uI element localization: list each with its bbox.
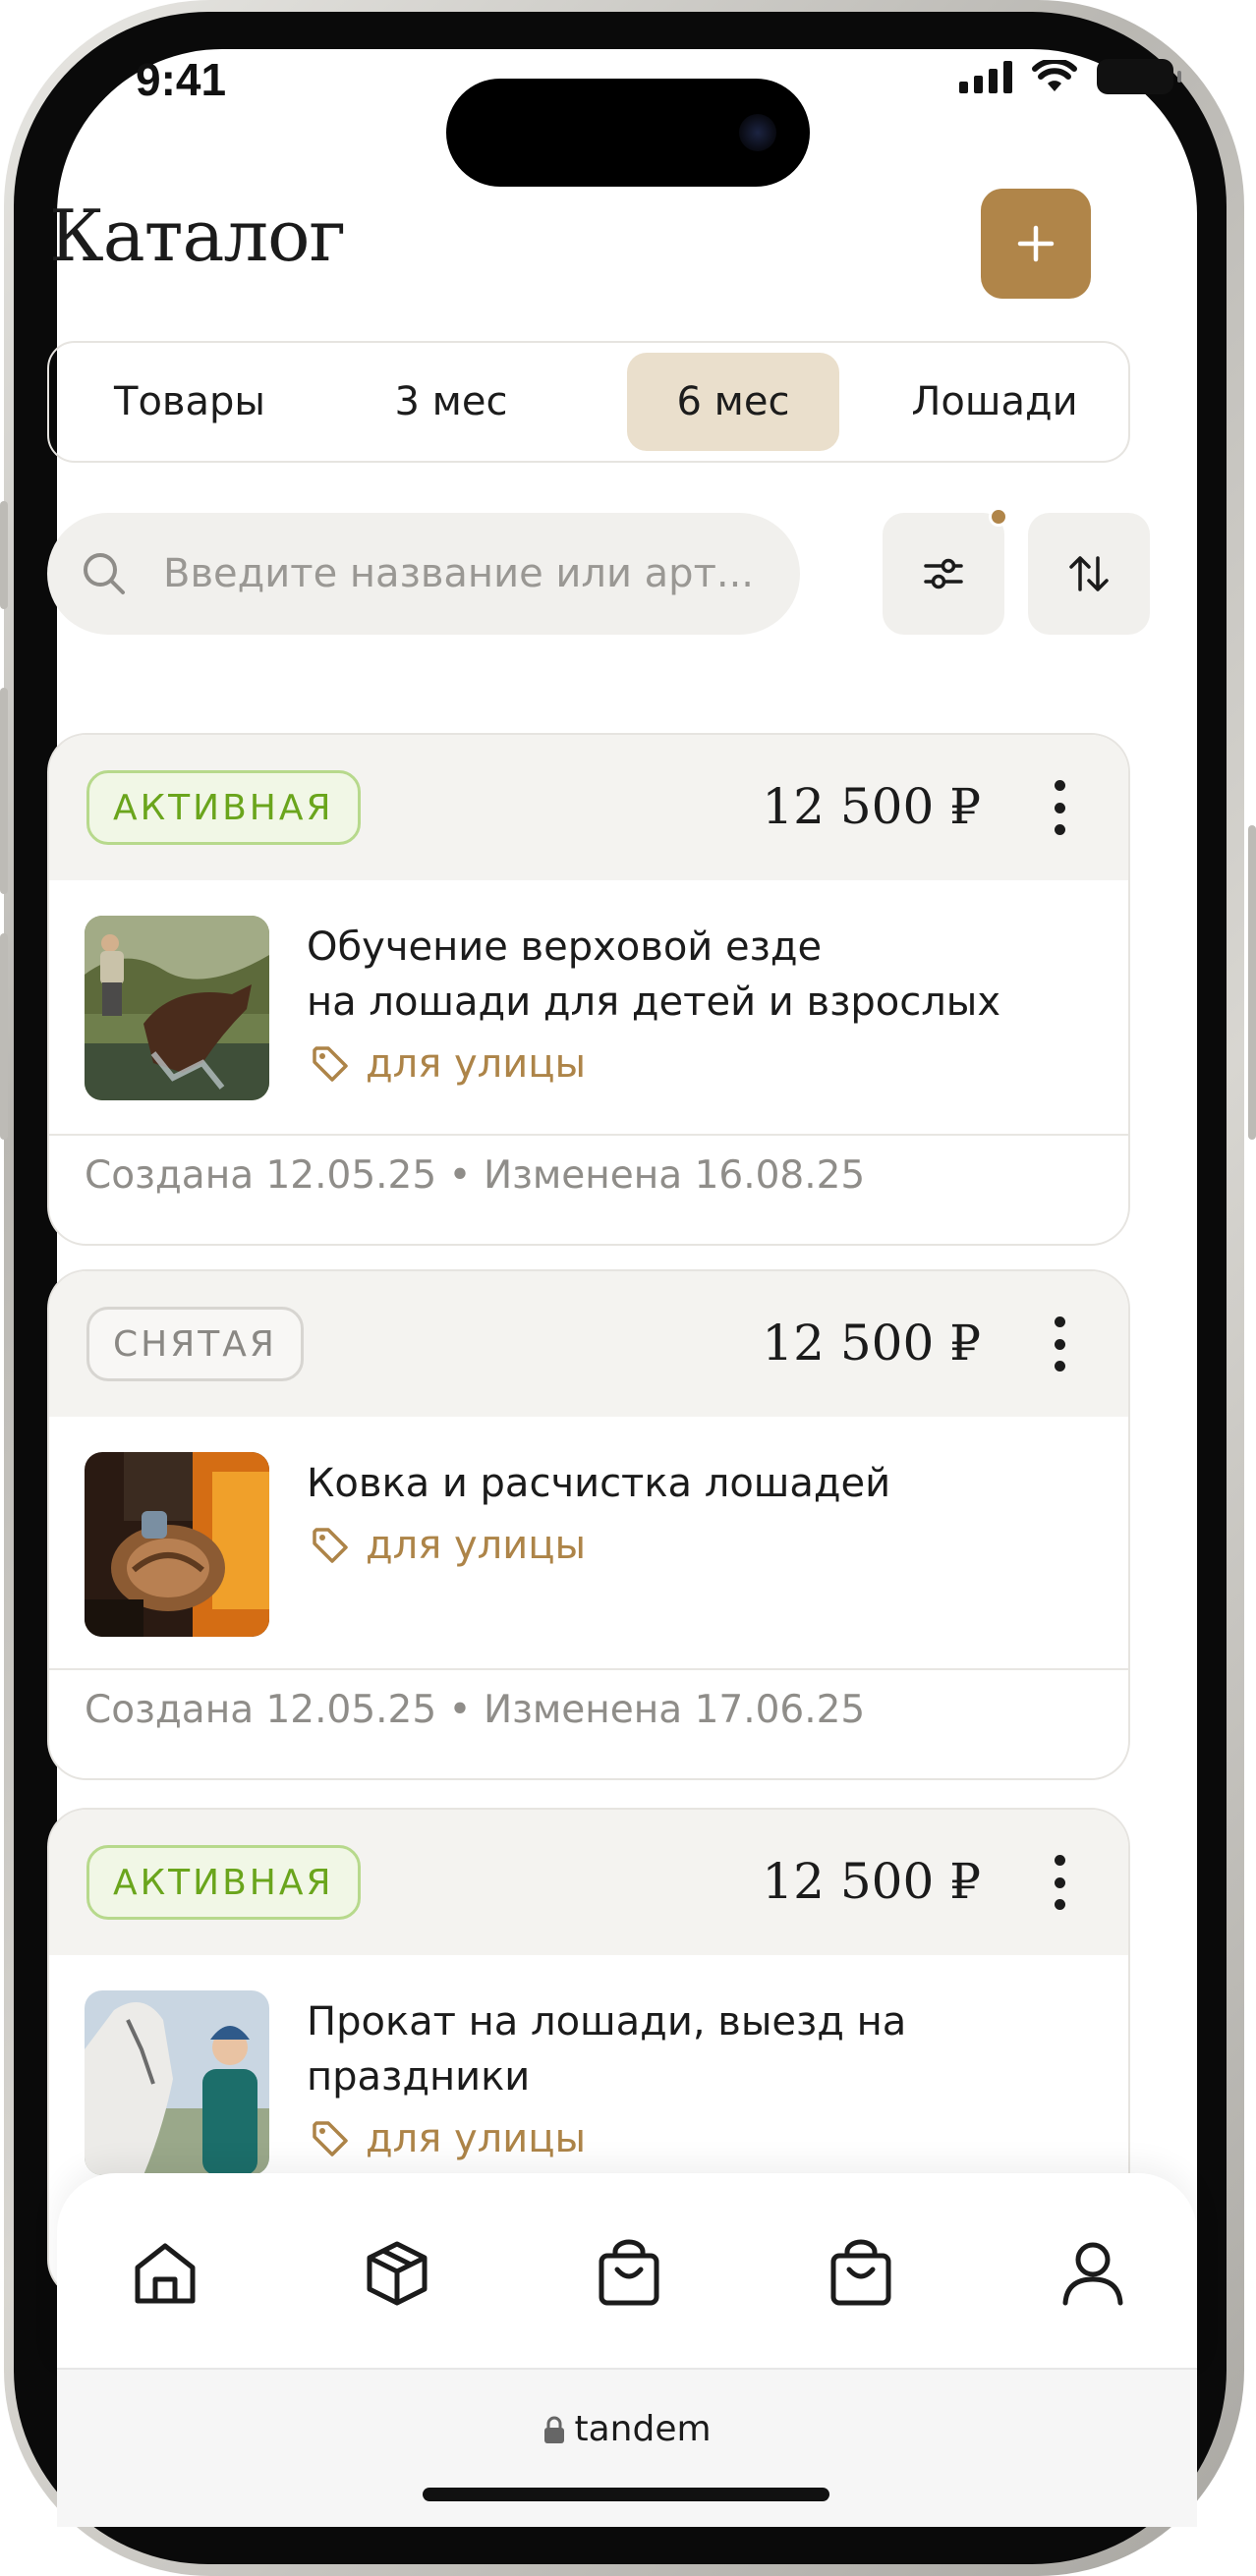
nav-purchases[interactable] — [822, 2234, 900, 2313]
item-title-line: Ковка и расчистка лошадей — [307, 1461, 891, 1506]
item-title-line: праздники — [307, 2054, 531, 2100]
phone-side-button — [0, 933, 8, 1140]
item-photo — [85, 1990, 269, 2175]
card-header: АКТИВНАЯ 12 500 ₽ — [49, 1810, 1128, 1955]
search-icon — [84, 553, 125, 594]
profile-icon — [1062, 2242, 1123, 2306]
status-icons — [959, 59, 1181, 94]
status-badge: СНЯТАЯ — [86, 1307, 304, 1381]
lock-icon — [544, 2416, 565, 2443]
nav-profile[interactable] — [1054, 2234, 1132, 2313]
price: 12 500 ₽ — [762, 1315, 981, 1372]
url-display[interactable]: tandem — [57, 2409, 1197, 2449]
card-header: СНЯТАЯ 12 500 ₽ — [49, 1271, 1128, 1417]
sliders-icon — [924, 558, 963, 589]
browser-bar: tandem — [57, 2368, 1197, 2527]
more-options-icon[interactable] — [1050, 1855, 1069, 1910]
home-indicator[interactable] — [423, 2488, 829, 2501]
tag-icon — [313, 1046, 348, 1082]
price: 12 500 ₽ — [762, 1853, 981, 1910]
status-time: 9:41 — [136, 54, 227, 105]
wifi-icon — [1032, 60, 1077, 91]
nav-home[interactable] — [126, 2234, 204, 2313]
item-tag: для улицы — [309, 1523, 586, 1568]
nav-catalog[interactable] — [358, 2234, 436, 2313]
url-text: tandem — [574, 2409, 712, 2449]
bag-icon — [599, 2239, 659, 2306]
status-badge: АКТИВНАЯ — [86, 770, 361, 845]
bottom-navigation — [57, 2173, 1197, 2370]
phone-side-button — [0, 501, 8, 609]
camera-icon — [739, 114, 776, 151]
search-box — [47, 513, 800, 635]
filter-indicator-dot — [989, 507, 1008, 527]
item-tag: для улицы — [309, 1041, 586, 1087]
item-title: Ковка и расчистка лошадей — [307, 1456, 1093, 1511]
item-title: Прокат на лошади, выезд на праздники — [307, 1994, 1093, 2104]
card-header: АКТИВНАЯ 12 500 ₽ — [49, 735, 1128, 880]
page-title: Каталог — [49, 195, 346, 277]
tag-label: для улицы — [366, 1041, 587, 1087]
plus-icon — [1017, 225, 1055, 262]
item-title: Обучение верховой езде на лошади для дет… — [307, 920, 1093, 1030]
more-options-icon[interactable] — [1050, 780, 1069, 835]
tab-6-months[interactable]: 6 мес — [627, 353, 839, 451]
catalog-card[interactable]: СНЯТАЯ 12 500 ₽ Ковка и расчистка лошаде… — [47, 1269, 1130, 1780]
tag-label: для улицы — [366, 2116, 587, 2161]
dynamic-island — [446, 79, 810, 187]
phone-side-button — [0, 688, 8, 894]
item-title-line: Обучение верховой езде — [307, 924, 823, 970]
home-icon — [135, 2243, 196, 2304]
tab-goods[interactable]: Товары — [59, 353, 320, 451]
item-photo — [85, 1452, 269, 1637]
tab-3-months[interactable]: 3 мес — [340, 353, 562, 451]
battery-icon — [1097, 59, 1181, 94]
sort-button[interactable] — [1028, 513, 1150, 635]
search-input[interactable] — [163, 513, 772, 635]
more-options-icon[interactable] — [1050, 1316, 1069, 1372]
add-button[interactable] — [981, 189, 1091, 299]
item-dates: Создана 12.05.25 • Изменена 17.06.25 — [85, 1688, 866, 1732]
item-title-line: на лошади для детей и взрослых — [307, 980, 1001, 1025]
tag-icon — [313, 1528, 348, 1563]
catalog-card[interactable]: АКТИВНАЯ 12 500 ₽ Обучение верховой езде… — [47, 733, 1130, 1246]
item-photo — [85, 916, 269, 1100]
item-tag: для улицы — [309, 2116, 586, 2161]
item-dates: Создана 12.05.25 • Изменена 16.08.25 — [85, 1153, 866, 1198]
item-title-line: Прокат на лошади, выезд на — [307, 1999, 907, 2044]
cellular-signal-icon — [959, 60, 1012, 93]
card-footer: Создана 12.05.25 • Изменена 17.06.25 — [49, 1668, 1128, 1778]
tag-label: для улицы — [366, 1523, 587, 1568]
phone-side-button — [1248, 825, 1256, 1140]
price: 12 500 ₽ — [762, 778, 981, 835]
tab-horses[interactable]: Лошади — [869, 353, 1120, 451]
period-tabs: Товары 3 мес 6 мес Лошади — [47, 341, 1130, 463]
filter-button[interactable] — [883, 507, 1008, 635]
status-badge: АКТИВНАЯ — [86, 1845, 361, 1920]
nav-orders[interactable] — [590, 2234, 668, 2313]
bag-icon — [830, 2239, 891, 2306]
box-icon — [367, 2241, 428, 2306]
card-footer: Создана 12.05.25 • Изменена 16.08.25 — [49, 1134, 1128, 1244]
tag-icon — [313, 2121, 348, 2156]
sort-arrows-icon — [1069, 556, 1109, 591]
